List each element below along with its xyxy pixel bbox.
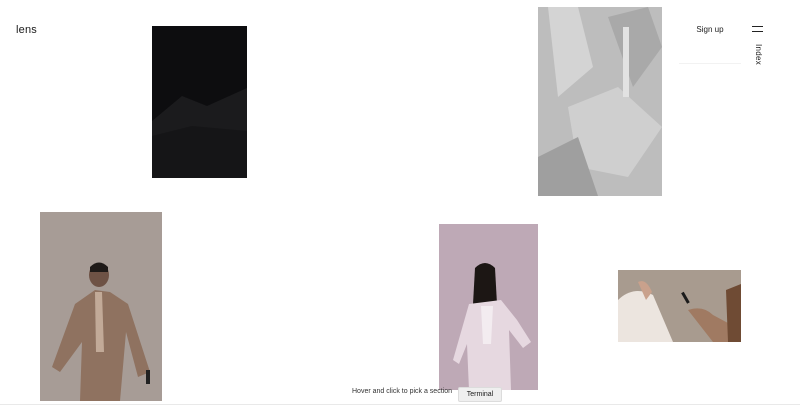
- woman-suit-photo[interactable]: [439, 224, 538, 390]
- man-walking-image: [40, 212, 162, 401]
- hands-close-up-photo[interactable]: [618, 270, 741, 342]
- dark-abstract-photo[interactable]: [152, 26, 247, 178]
- footer-divider: [0, 404, 800, 405]
- hamburger-line: [752, 31, 763, 32]
- hamburger-icon[interactable]: [752, 26, 763, 33]
- signup-button[interactable]: Sign up: [679, 18, 741, 64]
- index-link[interactable]: Index: [754, 44, 763, 65]
- dark-abstract-image: [152, 26, 247, 178]
- grey-abstract-image: [538, 7, 662, 196]
- hands-close-up-image: [618, 270, 741, 342]
- section-button-terminal[interactable]: Terminal: [458, 387, 502, 402]
- grey-abstract-photo[interactable]: [538, 7, 662, 196]
- logo[interactable]: lens: [16, 24, 37, 36]
- hamburger-line: [752, 26, 763, 27]
- woman-suit-image: [439, 224, 538, 390]
- hover-hint: Hover and click to pick a section: [352, 388, 452, 395]
- man-walking-photo[interactable]: [40, 212, 162, 401]
